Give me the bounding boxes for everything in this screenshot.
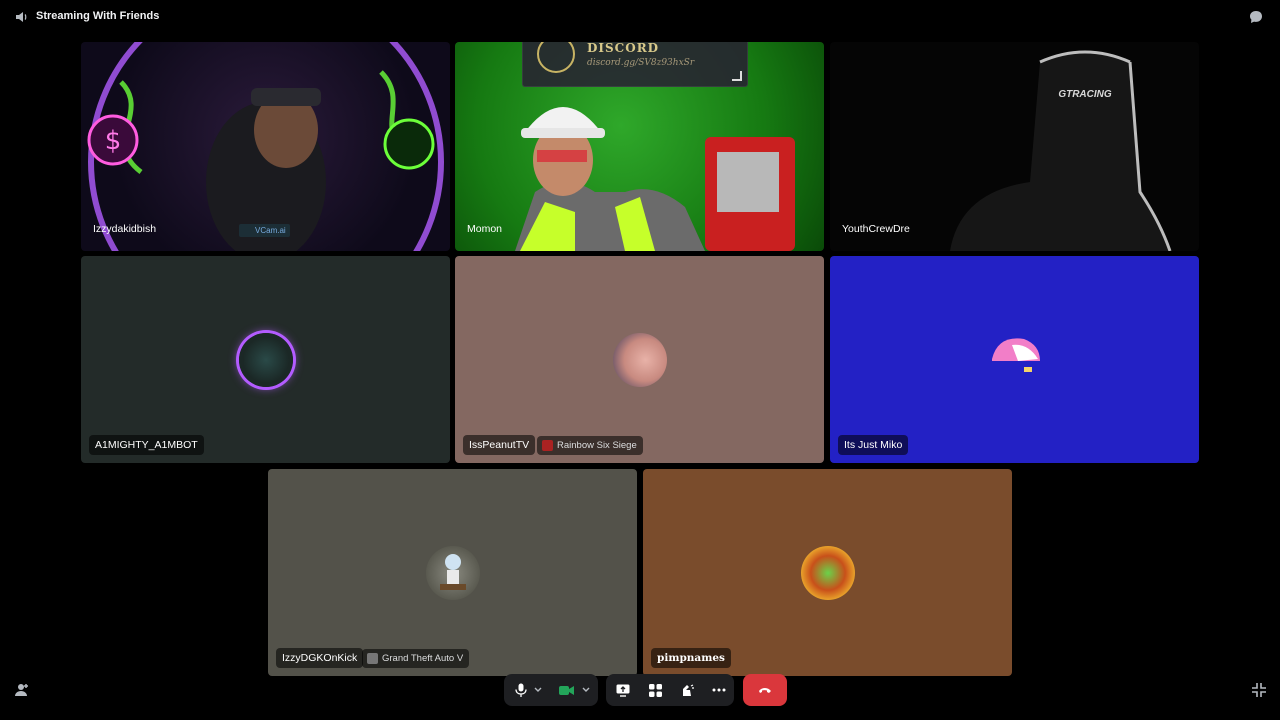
avatar-tile-a1mighty[interactable]: A1MIGHTY_A1MBOT (81, 256, 450, 463)
gta-icon (367, 653, 378, 664)
discord-overlay-banner: DISCORD discord.gg/SV8z93hxSr (522, 42, 748, 87)
disconnect-button[interactable] (743, 674, 787, 706)
svg-text:$: $ (105, 126, 122, 156)
avatar-tile-pimpnames[interactable]: pimpnames (643, 469, 1012, 676)
participant-name: A1MIGHTY_A1MBOT (89, 435, 204, 455)
more-options-button[interactable] (706, 674, 732, 706)
speaker-icon (16, 12, 27, 22)
participant-name: IssPeanutTV (463, 435, 536, 455)
chevron-down-icon (534, 687, 542, 692)
participant-name: YouthCrewDre (842, 223, 910, 235)
top-bar: Streaming With Friends (0, 0, 1280, 34)
overlay-link: discord.gg/SV8z93hxSr (587, 58, 695, 68)
invite-icon[interactable] (14, 682, 30, 698)
activity-badge: Rainbow Six Siege (537, 436, 643, 455)
chair-logo: GTRACING (1058, 89, 1112, 100)
video-tile-izzydakidbish[interactable]: $ Izzydakidbish VCam.ai (81, 42, 450, 251)
participant-name: IzzyDGKOnKick (276, 648, 364, 668)
chevron-down-icon (582, 687, 590, 692)
avatar (800, 545, 855, 600)
discord-logo-icon (537, 42, 575, 73)
camera-icon (558, 685, 574, 695)
screen-share-icon (616, 684, 630, 697)
channel-title: Streaming With Friends (36, 10, 160, 22)
screen-share-button[interactable] (610, 674, 636, 706)
avatar (238, 332, 293, 387)
participant-name: Its Just Miko (838, 435, 909, 455)
audio-video-group (504, 674, 598, 706)
avatar-tile-isspeanuttv[interactable]: IssPeanutTV Rainbow Six Siege (455, 256, 824, 463)
exit-fullscreen-icon[interactable] (1251, 682, 1267, 698)
soundboard-button[interactable] (674, 674, 700, 706)
avatar (425, 545, 480, 600)
microphone-icon (515, 683, 527, 697)
activities-icon (648, 683, 662, 697)
participant-name: pimpnames (651, 648, 731, 668)
avatar-tile-itsjustmiko[interactable]: Its Just Miko (830, 256, 1199, 463)
avatar (988, 333, 1042, 387)
avatar-tile-izzydgkonkick[interactable]: IzzyDGKOnKick Grand Theft Auto V (268, 469, 637, 676)
rainbow-six-icon (542, 440, 553, 451)
camera-button[interactable] (553, 674, 579, 706)
activity-badge: Grand Theft Auto V (362, 649, 470, 668)
avatar (612, 332, 667, 387)
microphone-options-button[interactable] (530, 674, 546, 706)
more-icon (712, 688, 726, 692)
activity-label: Rainbow Six Siege (557, 440, 637, 451)
soundboard-icon (683, 683, 694, 696)
hang-up-icon (759, 688, 771, 693)
activities-button[interactable] (642, 674, 668, 706)
vcam-watermark: VCam.ai (239, 224, 290, 237)
overlay-brand: DISCORD (587, 42, 660, 55)
camera-options-button[interactable] (578, 674, 594, 706)
participant-name: Momon (467, 223, 503, 235)
video-tile-youthcrewdre[interactable]: GTRACING YouthCrewDre (830, 42, 1199, 251)
participant-name: Izzydakidbish (93, 223, 157, 235)
actions-group (606, 674, 734, 706)
video-tile-momon[interactable]: DISCORD discord.gg/SV8z93hxSr Momon (455, 42, 824, 251)
activity-label: Grand Theft Auto V (382, 653, 464, 664)
chat-icon[interactable] (1248, 9, 1264, 25)
